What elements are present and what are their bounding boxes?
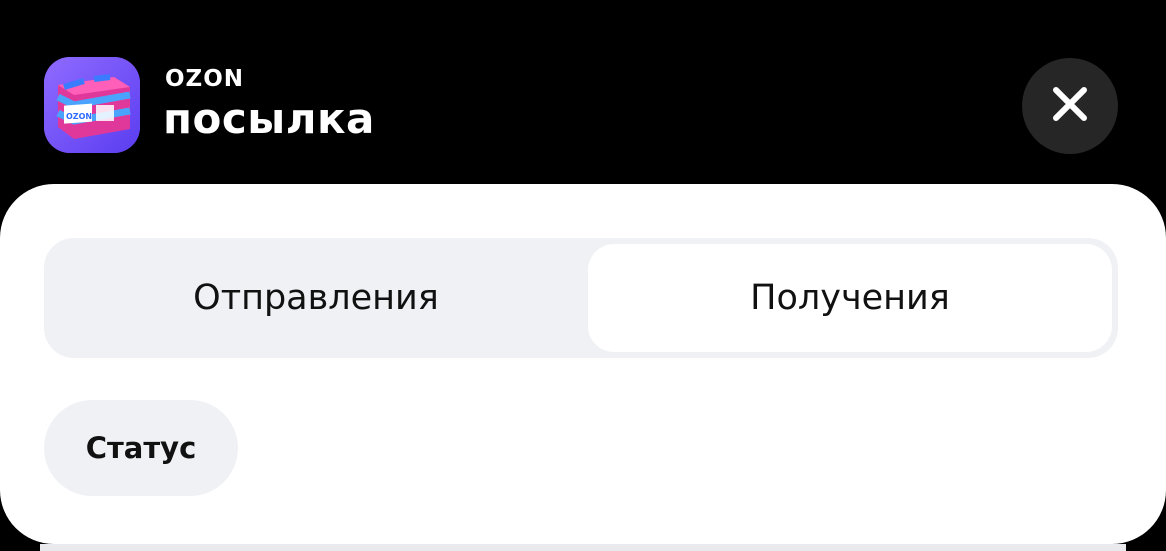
close-button[interactable] xyxy=(1022,58,1118,154)
app-title: посылка xyxy=(163,94,375,143)
app-screen: OZON OZON посылка Отправления Получения … xyxy=(0,0,1166,551)
close-icon xyxy=(1050,84,1090,128)
app-icon: OZON xyxy=(44,57,140,153)
ozon-logo: OZON xyxy=(165,66,245,92)
status-filter-chip[interactable]: Статус xyxy=(44,400,238,496)
tab-receipts[interactable]: Получения xyxy=(588,244,1112,352)
next-card-edge xyxy=(40,544,1126,551)
svg-text:OZON: OZON xyxy=(66,112,92,121)
segmented-control: Отправления Получения xyxy=(44,238,1118,358)
tab-shipments[interactable]: Отправления xyxy=(50,244,582,352)
content-sheet: Отправления Получения Статус xyxy=(0,184,1166,544)
